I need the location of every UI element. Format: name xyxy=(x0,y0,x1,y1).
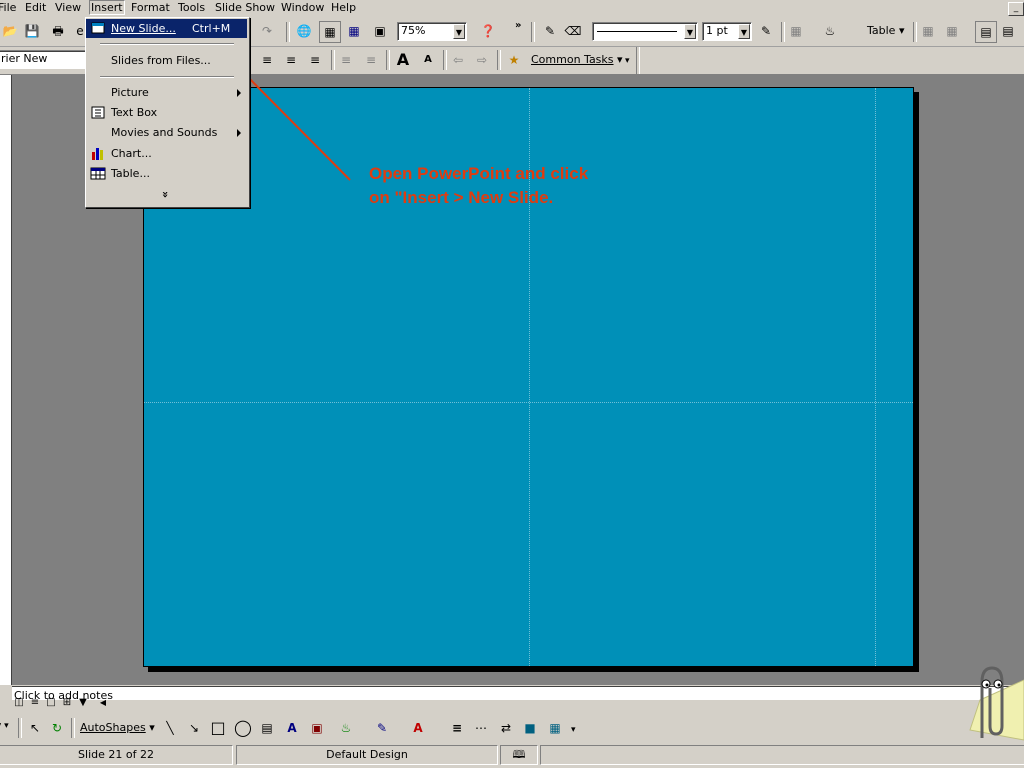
menu-item-label: Movies and Sounds xyxy=(111,126,218,139)
3d-icon[interactable]: ▦ xyxy=(545,718,565,738)
dash-style-icon[interactable]: ⋯ xyxy=(471,718,491,738)
menu-item-label: Chart... xyxy=(111,147,152,160)
design-name-text: Default Design xyxy=(326,748,408,761)
normal-view-icon[interactable]: ◫ xyxy=(12,696,26,710)
rectangle-icon[interactable]: □ xyxy=(208,718,228,738)
text-box-icon xyxy=(90,105,106,120)
select-pointer-icon[interactable]: ↖ xyxy=(25,718,45,738)
toolbar-options-icon[interactable]: ▾ xyxy=(571,725,576,735)
menu-item-label: Picture xyxy=(111,86,149,99)
menu-item-chart[interactable]: Chart... xyxy=(86,144,247,163)
slide-sorter-icon[interactable]: ⊞ xyxy=(60,696,74,710)
outline-view-icon[interactable]: ≡ xyxy=(28,696,42,710)
menu-item-picture[interactable]: Picture xyxy=(86,83,247,102)
design-name: Default Design xyxy=(236,745,498,765)
shadow-icon[interactable]: ■ xyxy=(520,718,540,738)
expand-menu-icon[interactable]: » xyxy=(159,191,172,198)
free-rotate-icon[interactable]: ↻ xyxy=(47,718,67,738)
slide-show-icon[interactable]: ▼ xyxy=(76,696,90,710)
autoshapes-label: AutoShapes xyxy=(80,721,146,734)
chart-icon xyxy=(90,146,106,161)
menu-item-shortcut: Ctrl+M xyxy=(192,22,231,35)
submenu-arrow-icon xyxy=(237,129,241,137)
insert-menu: New Slide... Ctrl+M Slides from Files...… xyxy=(85,17,250,208)
wordart-icon[interactable]: A xyxy=(282,718,302,738)
slide-annotation: Open PowerPoint and click on "Insert > N… xyxy=(369,162,669,210)
oval-icon[interactable]: ◯ xyxy=(233,718,253,738)
arrow-style-icon[interactable]: ⇄ xyxy=(496,718,516,738)
notes-pane[interactable]: Click to add notes xyxy=(12,686,1024,700)
fill-color-icon[interactable]: ♨ xyxy=(336,718,356,738)
menu-item-label: Text Box xyxy=(111,106,158,119)
new-slide-icon xyxy=(90,21,106,36)
draw-menu-chevron-icon[interactable]: v ▾ xyxy=(0,721,9,731)
slide-view-icon[interactable]: □ xyxy=(44,696,58,710)
clip-art-icon[interactable]: ▣ xyxy=(307,718,327,738)
font-color-icon[interactable]: A xyxy=(408,718,428,738)
table-icon xyxy=(90,166,106,181)
submenu-arrow-icon xyxy=(237,89,241,97)
autoshapes-button[interactable]: AutoShapes ▾ xyxy=(80,721,155,734)
text-box-icon[interactable]: ▤ xyxy=(257,718,277,738)
status-bar: Slide 21 of 22 Default Design 🕮 xyxy=(0,743,1024,768)
drawing-toolbar: v ▾ ↖ ↻ AutoShapes ▾ ╲ ↘ □ ◯ ▤ A ▣ ♨ ✎ A… xyxy=(0,714,1024,742)
view-buttons: ◫ ≡ □ ⊞ ▼ ◀ xyxy=(12,696,132,713)
menu-item-label: New Slide... xyxy=(111,22,176,35)
line-icon[interactable]: ╲ xyxy=(160,718,180,738)
scroll-left-icon[interactable]: ◀ xyxy=(96,696,110,710)
line-color-icon[interactable]: ✎ xyxy=(372,718,392,738)
annotation-line: on "Insert > New Slide. xyxy=(369,188,554,207)
office-assistant-icon[interactable] xyxy=(960,660,1024,744)
menu-item-label: Table... xyxy=(111,167,150,180)
line-style-icon[interactable]: ≡ xyxy=(447,718,467,738)
menu-item-new-slide[interactable]: New Slide... Ctrl+M xyxy=(86,19,247,38)
menu-item-table[interactable]: Table... xyxy=(86,164,247,183)
arrow-icon[interactable]: ↘ xyxy=(184,718,204,738)
menu-item-movies-and-sounds[interactable]: Movies and Sounds xyxy=(86,123,247,142)
spelling-status-icon[interactable]: 🕮 xyxy=(500,745,538,765)
menu-item-label: Slides from Files... xyxy=(111,54,211,67)
menu-item-slides-from-files[interactable]: Slides from Files... xyxy=(86,51,247,70)
annotation-line: Open PowerPoint and click xyxy=(369,164,589,183)
menu-item-text-box[interactable]: Text Box xyxy=(86,103,247,122)
slide-position-text: Slide 21 of 22 xyxy=(78,748,154,761)
slide-position: Slide 21 of 22 xyxy=(0,745,233,765)
